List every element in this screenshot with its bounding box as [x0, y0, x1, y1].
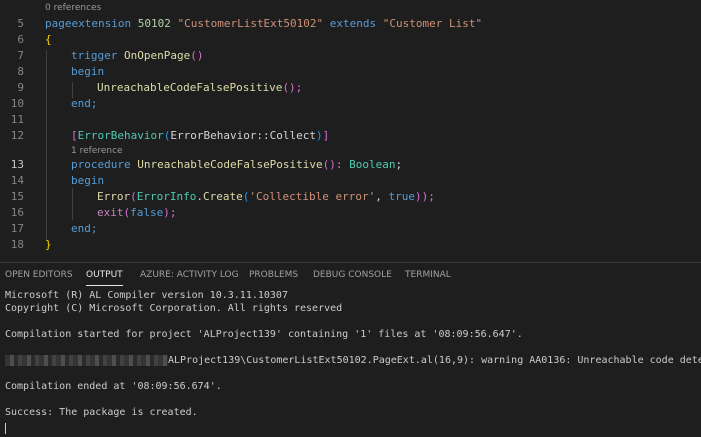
- code-line[interactable]: }: [45, 237, 52, 253]
- line-number: 11: [10, 113, 24, 126]
- text-cursor: [5, 423, 6, 434]
- code-line[interactable]: end;: [71, 221, 98, 237]
- code-line[interactable]: Error(ErrorInfo.Create('Collectible erro…: [97, 189, 435, 205]
- keyword: extends: [329, 17, 377, 30]
- output-line: ALProject139\CustomerListExt50102.PageEx…: [5, 354, 701, 367]
- bracket: ): [316, 129, 323, 142]
- bracket: (): [190, 49, 204, 62]
- indent-guide: [46, 50, 47, 240]
- function-name: OnOpenPage: [123, 49, 191, 62]
- line-number: 6: [17, 33, 24, 46]
- keyword: trigger: [71, 49, 118, 62]
- keyword: procedure: [71, 158, 131, 171]
- codelens-references[interactable]: 1 reference: [71, 146, 123, 156]
- tab-azure-activity-log[interactable]: AZURE: ACTIVITY LOG: [140, 263, 239, 287]
- code-line[interactable]: UnreachableCodeFalsePositive();: [97, 80, 302, 96]
- keyword: exit: [97, 206, 124, 219]
- line-number: 7: [17, 49, 24, 62]
- code-line[interactable]: pageextension 50102 "CustomerListExt5010…: [45, 16, 482, 32]
- codelens-references[interactable]: 0 references: [45, 3, 101, 13]
- output-line: Compilation started for project 'ALProje…: [5, 329, 523, 340]
- panel-tab-bar: OPEN EDITORS OUTPUT AZURE: ACTIVITY LOG …: [0, 263, 701, 287]
- tab-debug-console[interactable]: DEBUG CONSOLE: [313, 263, 392, 287]
- output-line: Success: The package is created.: [5, 407, 198, 418]
- bracket: ():: [322, 158, 343, 171]
- keyword: true: [388, 190, 415, 203]
- tab-output[interactable]: OUTPUT: [86, 263, 123, 287]
- line-number: 8: [17, 65, 24, 78]
- redacted-path: [5, 354, 168, 366]
- code-line[interactable]: procedure UnreachableCodeFalsePositive()…: [71, 157, 402, 173]
- line-number: 9: [17, 81, 24, 94]
- tab-terminal[interactable]: TERMINAL: [405, 263, 451, 287]
- line-number: 13: [10, 158, 24, 171]
- code-editor[interactable]: 0 references 5 6 7 8 9 10 11 12 13 14 15…: [0, 0, 701, 262]
- string: "Customer List": [382, 17, 483, 30]
- bracket: (: [130, 190, 137, 203]
- string: "CustomerListExt50102": [177, 17, 324, 30]
- enum-value: ErrorBehavior::Collect: [170, 129, 317, 142]
- line-number: 17: [10, 222, 24, 235]
- bracket: [: [71, 129, 78, 142]
- output-line: Microsoft (R) AL Compiler version 10.3.1…: [5, 290, 288, 301]
- line-number: 14: [10, 174, 24, 187]
- line-number: 10: [10, 97, 24, 110]
- output-line: Copyright (C) Microsoft Corporation. All…: [5, 303, 343, 314]
- output-line: Compilation ended at '08:09:56.674'.: [5, 381, 222, 392]
- bracket: ();: [282, 81, 303, 94]
- function-name: Error: [97, 190, 131, 203]
- bracket: );: [163, 206, 177, 219]
- bracket: ]: [322, 129, 330, 142]
- warning-text: ALProject139\CustomerListExt50102.PageEx…: [168, 355, 701, 366]
- type-name: Boolean: [349, 158, 396, 171]
- keyword: pageextension: [45, 17, 132, 30]
- function-name: Create: [202, 190, 243, 203]
- code-line[interactable]: [ErrorBehavior(ErrorBehavior::Collect)]: [71, 128, 329, 144]
- code-line[interactable]: {: [45, 32, 52, 48]
- code-line[interactable]: exit(false);: [97, 205, 177, 221]
- indent-guide: [72, 188, 73, 220]
- line-number: 5: [17, 17, 24, 30]
- code-line[interactable]: trigger OnOpenPage(): [71, 48, 203, 64]
- code-line[interactable]: begin: [71, 173, 104, 189]
- number: 50102: [137, 17, 171, 30]
- line-number: 16: [10, 206, 24, 219]
- line-number: 12: [10, 129, 24, 142]
- function-name: UnreachableCodeFalsePositive: [97, 81, 283, 94]
- tab-open-editors[interactable]: OPEN EDITORS: [5, 263, 73, 287]
- type-name: ErrorInfo: [136, 190, 197, 203]
- bracket: ));: [414, 190, 435, 203]
- code-line[interactable]: begin: [71, 64, 104, 80]
- tab-problems[interactable]: PROBLEMS: [249, 263, 298, 287]
- code-line[interactable]: end;: [71, 96, 98, 112]
- attribute-name: ErrorBehavior: [77, 129, 164, 142]
- line-number: 15: [10, 190, 24, 203]
- keyword: false: [130, 206, 164, 219]
- line-number: 18: [10, 238, 24, 251]
- semicolon: ;: [395, 158, 403, 171]
- function-name: UnreachableCodeFalsePositive: [137, 158, 323, 171]
- string: 'Collectible error': [249, 190, 376, 203]
